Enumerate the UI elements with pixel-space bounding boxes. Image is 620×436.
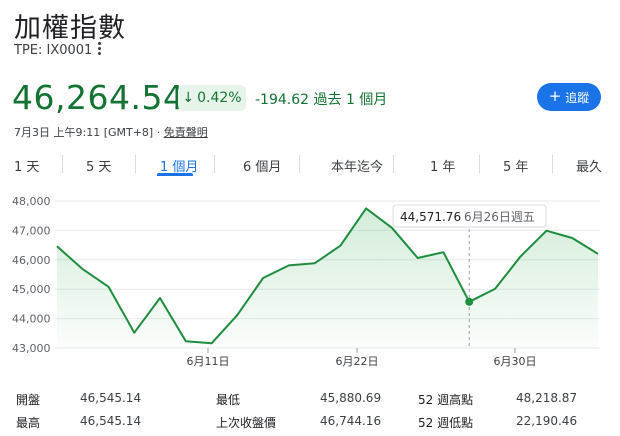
- tab-6[interactable]: 5 年: [503, 156, 528, 175]
- y-tick-label: 48,000: [12, 195, 51, 208]
- ticker-symbol: TPE: IX0001: [14, 43, 93, 58]
- stat-label: 52 週低點: [418, 416, 474, 430]
- y-tick-label: 44,000: [12, 313, 51, 326]
- y-tick-label: 45,000: [12, 283, 51, 296]
- follow-button-label: 追蹤: [565, 90, 590, 105]
- stat-value: 46,545.14: [80, 414, 142, 428]
- stat-value: 22,190.46: [516, 414, 578, 428]
- stat-label: 52 週高點: [418, 393, 474, 407]
- hover-point: [465, 297, 474, 306]
- tab-5[interactable]: 1 年: [430, 156, 455, 175]
- stat-value: 48,218.87: [516, 391, 578, 405]
- follow-button[interactable]: + 追蹤: [537, 83, 601, 111]
- tab-0[interactable]: 1 天: [14, 156, 39, 175]
- tab-3[interactable]: 6 個月: [243, 156, 281, 175]
- stat-label: 開盤: [16, 393, 41, 407]
- tab-divider: [135, 155, 136, 173]
- tooltip-date: 6月26日週五: [464, 210, 535, 224]
- more-options-icon[interactable]: [92, 39, 106, 57]
- tab-divider: [478, 155, 480, 173]
- tab-divider: [551, 155, 553, 173]
- stat-label: 最低: [216, 393, 241, 407]
- tab-4[interactable]: 本年迄今: [331, 156, 383, 175]
- current-price: 46,264.54: [12, 78, 185, 117]
- stat-value: 46,744.16: [320, 414, 382, 428]
- stat-label: 上次收盤價: [216, 416, 277, 430]
- tab-1[interactable]: 5 天: [86, 156, 111, 175]
- tab-divider: [62, 155, 63, 173]
- active-tab-indicator: [157, 173, 193, 176]
- stat-value: 45,880.69: [320, 391, 382, 405]
- page-title: 加權指數: [14, 13, 126, 44]
- stat-value: 46,545.14: [80, 391, 142, 405]
- price-chart[interactable]: 48,000 47,000 46,000 45,000 44,000 43,000 6月11…: [0, 190, 620, 372]
- arrow-down-icon: ↓: [182, 90, 195, 106]
- tab-divider: [392, 155, 394, 173]
- x-tick-label: 6月22日: [336, 355, 379, 368]
- tooltip-value: 44,571.76: [400, 210, 461, 224]
- change-percent-badge: ↓ 0.42%: [178, 85, 246, 111]
- x-tick-label: 6月11日: [187, 355, 230, 368]
- x-tick-label: 6月30日: [494, 355, 537, 368]
- y-tick-label: 47,000: [12, 224, 51, 237]
- timestamp-text: 7月3日 上午9:11 [GMT+8] ·: [14, 126, 164, 139]
- change-absolute: -194.62 過去 1 個月: [255, 92, 388, 108]
- tab-divider: [299, 155, 300, 173]
- change-percent: 0.42%: [197, 90, 242, 106]
- tab-7[interactable]: 最久: [576, 156, 602, 175]
- timestamp: 7月3日 上午9:11 [GMT+8] · 免責聲明: [14, 124, 208, 140]
- plus-icon: +: [548, 87, 562, 105]
- tab-divider: [213, 155, 215, 173]
- y-tick-label: 43,000: [12, 342, 51, 355]
- y-tick-label: 46,000: [12, 254, 51, 267]
- disclaimer-link[interactable]: 免責聲明: [164, 126, 208, 139]
- stat-label: 最高: [16, 416, 41, 430]
